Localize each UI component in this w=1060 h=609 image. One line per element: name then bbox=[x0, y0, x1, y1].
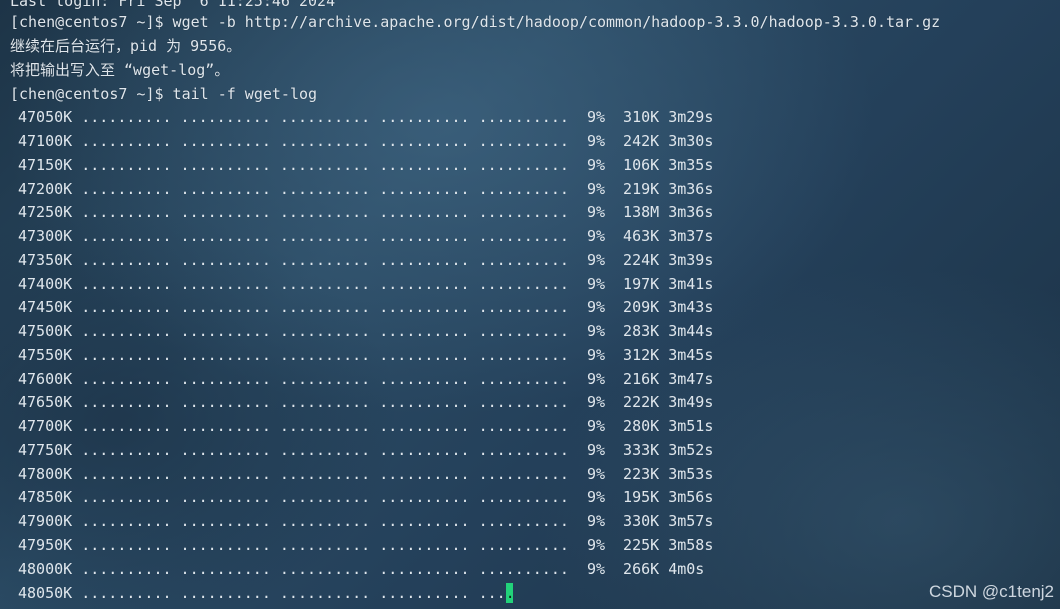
progress-line: 47550K .......... .......... .......... … bbox=[18, 346, 714, 364]
terminal-window[interactable]: Last login: Fri Sep 6 11:25:46 2024 [che… bbox=[0, 0, 1060, 609]
progress-line: 47400K .......... .......... .......... … bbox=[18, 275, 714, 293]
progress-line: 47750K .......... .......... .......... … bbox=[18, 441, 714, 459]
progress-line: 47850K .......... .......... .......... … bbox=[18, 488, 714, 506]
current-progress-text: 48050K .......... .......... .......... … bbox=[18, 584, 506, 602]
progress-line: 47150K .......... .......... .......... … bbox=[18, 156, 714, 174]
progress-line: 47050K .......... .......... .......... … bbox=[18, 108, 714, 126]
progress-line: 48000K .......... .......... .......... … bbox=[18, 560, 705, 578]
tail-command-line: [chen@centos7 ~]$ tail -f wget-log bbox=[10, 85, 318, 103]
last-login-line: Last login: Fri Sep 6 11:25:46 2024 bbox=[10, 0, 336, 10]
progress-line: 47450K .......... .......... .......... … bbox=[18, 298, 714, 316]
progress-line: 47950K .......... .......... .......... … bbox=[18, 536, 714, 554]
csdn-watermark: CSDN @c1tenj2 bbox=[929, 582, 1054, 601]
progress-line: 47200K .......... .......... .......... … bbox=[18, 180, 714, 198]
terminal-cursor: . bbox=[505, 583, 515, 603]
progress-line: 47350K .......... .......... .......... … bbox=[18, 251, 714, 269]
wget-command-line: [chen@centos7 ~]$ wget -b http://archive… bbox=[10, 13, 941, 31]
progress-line: 47900K .......... .......... .......... … bbox=[18, 512, 714, 530]
progress-line: 47600K .......... .......... .......... … bbox=[18, 370, 714, 388]
progress-line: 47100K .......... .......... .......... … bbox=[18, 132, 714, 150]
progress-line: 47700K .......... .......... .......... … bbox=[18, 417, 714, 435]
progress-line: 47500K .......... .......... .......... … bbox=[18, 322, 714, 340]
progress-line: 47650K .......... .......... .......... … bbox=[18, 393, 714, 411]
log-output-message: 将把输出写入至 “wget-log”。 bbox=[10, 61, 230, 79]
progress-line: 47250K .......... .......... .......... … bbox=[18, 203, 714, 221]
background-pid-message: 继续在后台运行，pid 为 9556。 bbox=[10, 37, 242, 55]
progress-line: 47300K .......... .......... .......... … bbox=[18, 227, 714, 245]
cursor-glyph: . bbox=[505, 584, 515, 602]
current-progress-line: 48050K .......... .......... .......... … bbox=[18, 583, 515, 603]
progress-line: 47800K .......... .......... .......... … bbox=[18, 465, 714, 483]
